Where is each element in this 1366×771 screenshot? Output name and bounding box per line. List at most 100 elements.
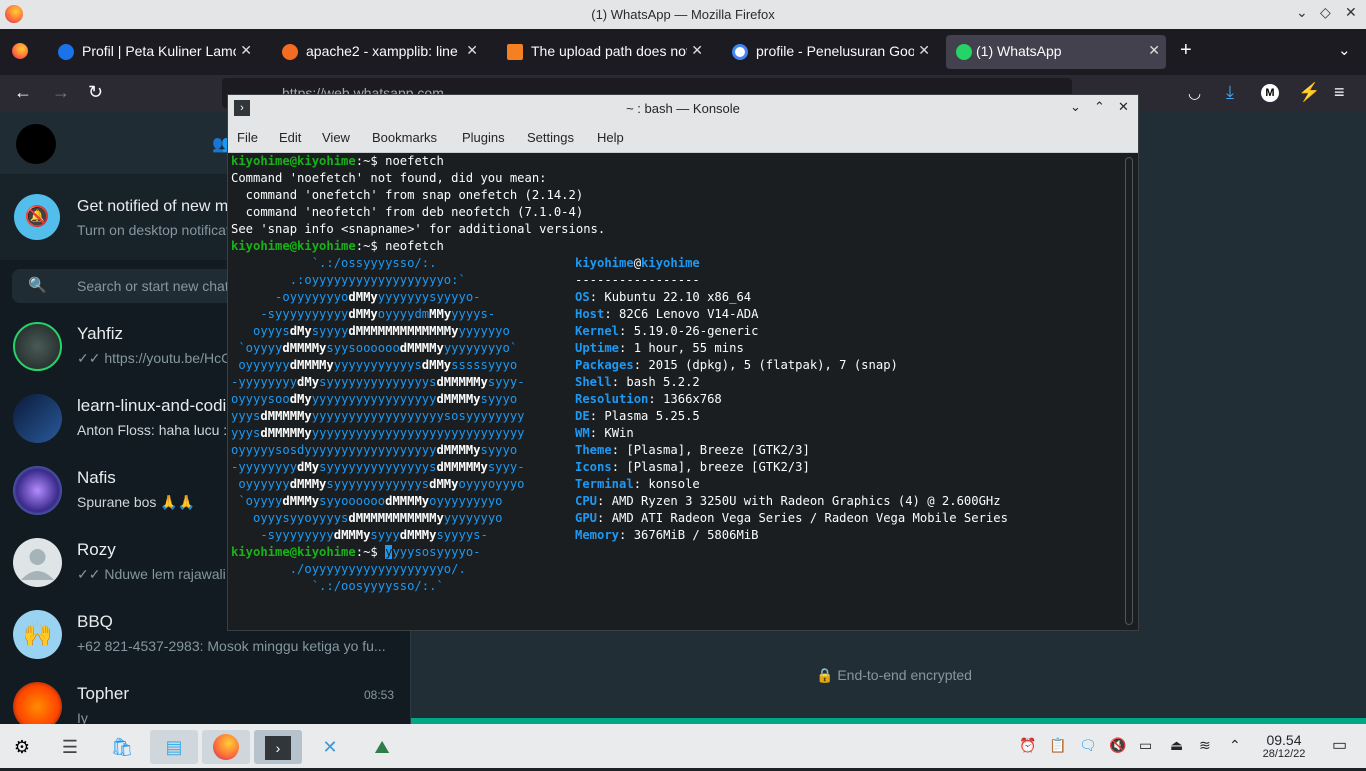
ascii-line: oyyyyysosdyyyyyyyyyyyyyyyyyydMMMMysyyyo [231, 443, 518, 457]
wifi-icon[interactable]: ≋ [1199, 737, 1211, 754]
reload-icon[interactable]: ↻ [88, 82, 103, 103]
minimize-icon[interactable]: ⌄ [1070, 99, 1081, 115]
info-line: Terminal: konsole [575, 477, 700, 491]
konsole-title: ~ : bash — Konsole [626, 101, 740, 116]
konsole-taskbar-icon[interactable]: › [254, 730, 302, 764]
search-icon: 🔍 [28, 277, 47, 294]
tab-profil[interactable]: Profil | Peta Kuliner Lamongan ✕ [48, 35, 258, 69]
ascii-line: `.:/ossyyyysso/:. [231, 256, 437, 270]
messages-icon[interactable]: 🗨 [1079, 737, 1097, 754]
info-value: AMD ATI Radeon Vega Series / Radeon Vega… [611, 511, 1008, 525]
menu-settings[interactable]: Settings [527, 130, 574, 145]
info-line: CPU: AMD Ryzen 3 3250U with Radeon Graph… [575, 494, 1001, 508]
my-avatar[interactable] [16, 124, 56, 164]
info-value: AMD Ryzen 3 3250U with Radeon Graphics (… [611, 494, 1001, 508]
chat-name: learn-linux-and-coding [77, 396, 246, 415]
menu-file[interactable]: File [237, 130, 258, 145]
tab-close-icon[interactable]: ✕ [691, 42, 703, 59]
chat-preview: +62 821-4537-2983: Mosok minggu ketiga y… [77, 638, 386, 654]
ascii-line: yyysdMMMMMyyyyyyyyyyyyyyyyyyyyyyyyyyyyyy [231, 426, 525, 440]
firefox-view-icon[interactable] [12, 43, 28, 59]
system-monitor-icon[interactable]: ⛰ [358, 730, 406, 764]
encryption-note: 🔒 End-to-end encrypted [816, 667, 972, 683]
close-icon[interactable]: ✕ [1118, 99, 1129, 115]
info-key: WM [575, 426, 590, 440]
chat-name: Yahfiz [77, 324, 123, 343]
tab-close-icon[interactable]: ✕ [1148, 42, 1160, 59]
ascii-line: -oyyyyyyyodMMyyyyyyyysyyyyo- [231, 290, 481, 304]
prompt-suffix: :~$ [355, 545, 386, 559]
info-at: @ [633, 256, 642, 270]
info-value: 1 hour, 55 mins [633, 341, 744, 355]
terminal-output[interactable]: kiyohime@kiyohime:~$ noefetch Command 'n… [231, 153, 1126, 629]
command-text: noefetch [385, 154, 444, 168]
info-value: 2015 (dpkg), 5 (flatpak), 7 (snap) [648, 358, 898, 372]
discover-store-icon[interactable]: 🛍 [98, 730, 146, 764]
vscode-icon[interactable]: ✕ [306, 730, 354, 764]
minimize-icon[interactable]: ⌄ [1296, 4, 1308, 21]
account-icon[interactable]: M [1261, 84, 1279, 102]
usb-icon[interactable]: ⏏ [1170, 737, 1183, 754]
list-tabs-icon[interactable]: ⌄ [1338, 41, 1351, 59]
info-key: Uptime [575, 341, 620, 355]
menu-bookmarks[interactable]: Bookmarks [372, 130, 437, 145]
new-tab-icon[interactable]: + [1180, 39, 1192, 62]
ascii-line: oyyysdMysyyyydMMMMMMMMMMMMMyyyyyyyo [231, 324, 510, 338]
menu-help[interactable]: Help [597, 130, 624, 145]
battery-icon[interactable]: ▭ [1139, 737, 1152, 754]
info-value: KWin [604, 426, 634, 440]
tab-close-icon[interactable]: ✕ [918, 42, 930, 59]
menu-edit[interactable]: Edit [279, 130, 301, 145]
info-line: Kernel: 5.19.0-26-generic [575, 324, 759, 338]
ascii-line: oyyyyyydMMMMyyyyyyyyyyyysdMMysssssyyyo [231, 358, 518, 372]
tab-apache2[interactable]: apache2 - xampplib: line 22 ✕ [272, 35, 484, 69]
maximize-icon[interactable]: ⌃ [1094, 99, 1105, 115]
tab-favicon-icon [507, 44, 523, 60]
info-line: Packages: 2015 (dpkg), 5 (flatpak), 7 (s… [575, 358, 898, 372]
prompt-user: kiyohime@kiyohime [231, 545, 356, 559]
ascii-line: oyyyyyydMMMysyyyyyyyyyyyysdMMyoyyyoyyyo [231, 477, 525, 491]
info-host: kiyohime [641, 256, 700, 270]
maximize-icon[interactable]: ◇ [1320, 4, 1331, 21]
clipboard-icon[interactable]: 📋 [1049, 737, 1066, 754]
info-value: [Plasma], breeze [GTK2/3] [626, 460, 810, 474]
pocket-icon[interactable]: ◡ [1188, 84, 1201, 102]
tab-upload-path[interactable]: The upload path does not exist ✕ [497, 35, 709, 69]
downloads-icon[interactable]: ⤓ [1226, 82, 1234, 103]
chat-name: BBQ [77, 612, 113, 631]
info-line: Resolution: 1366x768 [575, 392, 722, 406]
firefox-taskbar-icon[interactable] [202, 730, 250, 764]
file-manager-icon[interactable]: ▤ [150, 730, 198, 764]
tab-whatsapp[interactable]: (1) WhatsApp ✕ [946, 35, 1166, 69]
extension-icon[interactable]: ⚡ [1298, 82, 1320, 103]
system-settings-icon[interactable]: ☰ [46, 730, 94, 764]
tab-bar: Profil | Peta Kuliner Lamongan ✕ apache2… [0, 29, 1366, 75]
menu-plugins[interactable]: Plugins [462, 130, 505, 145]
clock[interactable]: 09.54 28/12/22 [1256, 732, 1312, 760]
menu-icon[interactable]: ≡ [1334, 82, 1345, 103]
info-value: [Plasma], Breeze [GTK2/3] [626, 443, 810, 457]
prompt-suffix: :~$ [355, 239, 386, 253]
close-icon[interactable]: ✕ [1345, 4, 1357, 21]
terminal-scrollbar[interactable] [1125, 157, 1133, 625]
ascii-line: -yyyyyyyydMysyyyyyyyyyyyyyysdMMMMMysyyy- [231, 460, 525, 474]
info-line: Memory: 3676MiB / 5806MiB [575, 528, 759, 542]
forward-icon[interactable]: → [52, 82, 70, 103]
tab-google[interactable]: profile - Penelusuran Google ✕ [722, 35, 936, 69]
tab-close-icon[interactable]: ✕ [466, 42, 478, 59]
menu-view[interactable]: View [322, 130, 350, 145]
show-desktop-icon[interactable]: ▭ [1332, 735, 1347, 755]
tab-label: (1) WhatsApp [976, 43, 1062, 59]
back-icon[interactable]: ← [14, 82, 32, 103]
chevron-up-icon[interactable]: ⌃ [1229, 737, 1241, 754]
notifications-icon[interactable]: ⏰ [1019, 737, 1036, 754]
prompt-suffix: :~$ [355, 154, 386, 168]
info-line: Uptime: 1 hour, 55 mins [575, 341, 744, 355]
info-value: Plasma 5.25.5 [604, 409, 700, 423]
app-launcher-icon[interactable]: ⚙ [0, 730, 44, 764]
tab-label: apache2 - xampplib: line 22 [306, 43, 462, 59]
volume-muted-icon[interactable]: 🔇 [1109, 737, 1126, 754]
info-line: GPU: AMD ATI Radeon Vega Series / Radeon… [575, 511, 1008, 525]
tab-close-icon[interactable]: ✕ [240, 42, 252, 59]
search-input[interactable]: Search or start new chat [77, 278, 229, 294]
